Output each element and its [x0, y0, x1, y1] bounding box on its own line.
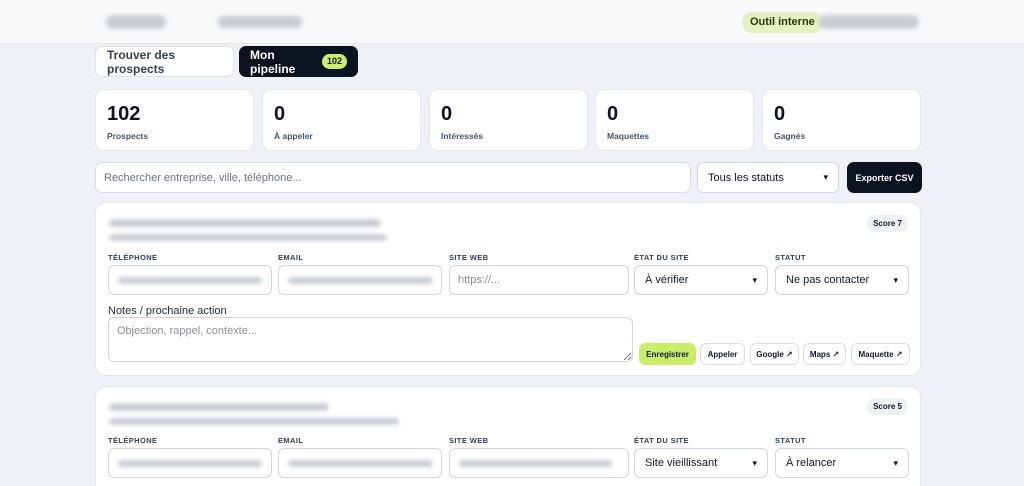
site-state-label: ÉTAT DU SITE: [634, 253, 689, 262]
prospect-address: [109, 418, 399, 425]
website-input[interactable]: [449, 265, 629, 295]
phone-value: [118, 460, 262, 467]
stat-value: 0: [774, 103, 786, 125]
email-field[interactable]: [278, 265, 442, 295]
website-label: SITE WEB: [449, 436, 489, 445]
stat-value: 0: [607, 103, 619, 125]
email-value: [288, 277, 433, 284]
website-field[interactable]: [449, 448, 629, 478]
phone-label: TÉLÉPHONE: [108, 253, 158, 262]
score-badge: Score 5: [867, 398, 908, 415]
email-value: [288, 460, 433, 467]
chevron-down-icon: ▾: [823, 172, 828, 182]
website-value: [459, 460, 612, 467]
phone-value: [118, 277, 262, 284]
stat-card-won: 0 Gagnés: [762, 89, 921, 151]
mockup-link-button[interactable]: Maquette ↗: [851, 343, 910, 365]
site-state-label: ÉTAT DU SITE: [634, 436, 689, 445]
export-csv-button[interactable]: Exporter CSV: [847, 162, 922, 193]
status-select[interactable]: Ne pas contacter ▾: [775, 265, 909, 295]
prospect-card: Score 5 TÉLÉPHONE EMAIL SITE WEB ÉTAT DU…: [95, 386, 921, 486]
prospect-address: [109, 234, 387, 241]
pipeline-count-badge: 102: [321, 54, 347, 69]
phone-label: TÉLÉPHONE: [108, 436, 158, 445]
top-bar: Outil interne: [0, 0, 1024, 44]
site-state-select[interactable]: À vérifier ▾: [634, 265, 768, 295]
status-filter-value: Tous les statuts: [708, 171, 784, 184]
stat-card-interested: 0 Intéressés: [429, 89, 588, 151]
nav-link[interactable]: [218, 16, 302, 28]
app-logo: [106, 15, 166, 29]
stat-label: Intéressés: [441, 131, 484, 141]
stat-card-mockups: 0 Maquettes: [595, 89, 754, 151]
status-filter-select[interactable]: Tous les statuts ▾: [697, 162, 839, 193]
score-badge: Score 7: [867, 215, 908, 232]
stat-card-prospects: 102 Prospects: [95, 89, 254, 151]
phone-field[interactable]: [108, 265, 272, 295]
status-value: À relancer: [786, 457, 837, 469]
user-account[interactable]: [819, 15, 919, 29]
stat-value: 0: [441, 103, 453, 125]
tab-my-pipeline[interactable]: Mon pipeline 102: [239, 46, 358, 77]
stat-label: Gagnés: [774, 131, 806, 141]
notes-label: Notes / prochaine action: [108, 305, 227, 317]
save-button[interactable]: Enregistrer: [639, 343, 696, 365]
call-button[interactable]: Appeler: [700, 343, 745, 365]
email-label: EMAIL: [278, 436, 304, 445]
email-field[interactable]: [278, 448, 442, 478]
stat-label: Maquettes: [607, 131, 650, 141]
prospect-name: [109, 219, 381, 227]
prospect-name: [109, 403, 329, 411]
phone-field[interactable]: [108, 448, 272, 478]
tab-label: Mon pipeline: [250, 47, 296, 76]
stat-card-to-call: 0 À appeler: [262, 89, 421, 151]
chevron-down-icon: ▾: [893, 457, 898, 468]
chevron-down-icon: ▾: [893, 274, 898, 285]
status-value: Ne pas contacter: [786, 274, 870, 286]
status-select[interactable]: À relancer ▾: [775, 448, 909, 478]
google-link-button[interactable]: Google ↗: [750, 343, 799, 365]
email-label: EMAIL: [278, 253, 304, 262]
maps-link-button[interactable]: Maps ↗: [803, 343, 846, 365]
prospect-card: Score 7 TÉLÉPHONE EMAIL SITE WEB ÉTAT DU…: [95, 202, 921, 376]
stat-value: 0: [274, 103, 286, 125]
stat-label: À appeler: [274, 131, 313, 141]
website-label: SITE WEB: [449, 253, 489, 262]
notes-textarea[interactable]: [108, 317, 633, 362]
internal-tool-badge: Outil interne: [742, 12, 823, 33]
search-input[interactable]: [95, 162, 691, 193]
status-label: STATUT: [775, 253, 806, 262]
status-label: STATUT: [775, 436, 806, 445]
site-state-select[interactable]: Site vieillissant ▾: [634, 448, 768, 478]
tab-find-prospects[interactable]: Trouver des prospects: [95, 46, 234, 77]
chevron-down-icon: ▾: [752, 274, 757, 285]
site-state-value: À vérifier: [645, 274, 689, 286]
site-state-value: Site vieillissant: [645, 457, 718, 469]
tab-label: Trouver des prospects: [107, 47, 176, 76]
stat-label: Prospects: [107, 131, 149, 141]
stat-value: 102: [107, 103, 141, 125]
chevron-down-icon: ▾: [752, 457, 757, 468]
